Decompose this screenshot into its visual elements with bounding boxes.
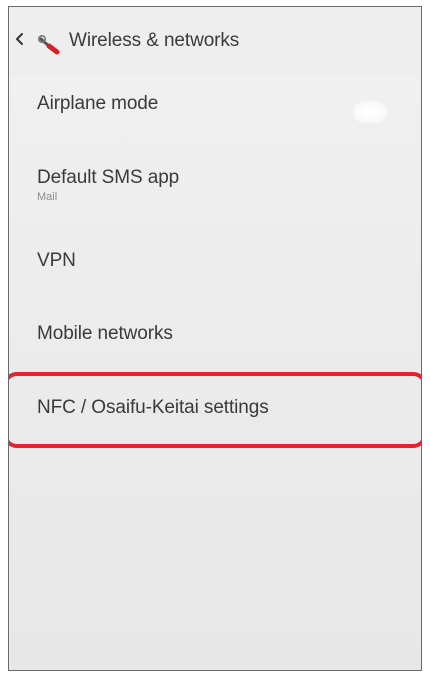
settings-item-subtitle: Mail [37,191,58,203]
settings-item-label: NFC / Osaifu-Keitai settings [37,397,269,418]
settings-item-label: Default SMS app [37,167,180,188]
settings-item-default-sms-app[interactable]: Default SMS app Mail [9,167,421,203]
screen-frame: Wireless & networks Airplane mode Defaul… [8,6,422,671]
chevron-left-icon[interactable] [13,29,27,49]
settings-item-airplane-mode[interactable]: Airplane mode [9,93,421,123]
settings-item-nfc-osaifu-keitai[interactable]: NFC / Osaifu-Keitai settings [9,397,421,419]
action-bar: Wireless & networks [9,7,421,75]
page-title: Wireless & networks [69,30,240,51]
settings-item-label: Mobile networks [37,323,173,344]
settings-item-vpn[interactable]: VPN [9,250,421,272]
settings-item-label: VPN [37,250,76,271]
settings-item-mobile-networks[interactable]: Mobile networks [9,323,421,345]
airplane-mode-toggle[interactable] [353,101,387,123]
settings-wrench-icon[interactable] [37,33,63,55]
